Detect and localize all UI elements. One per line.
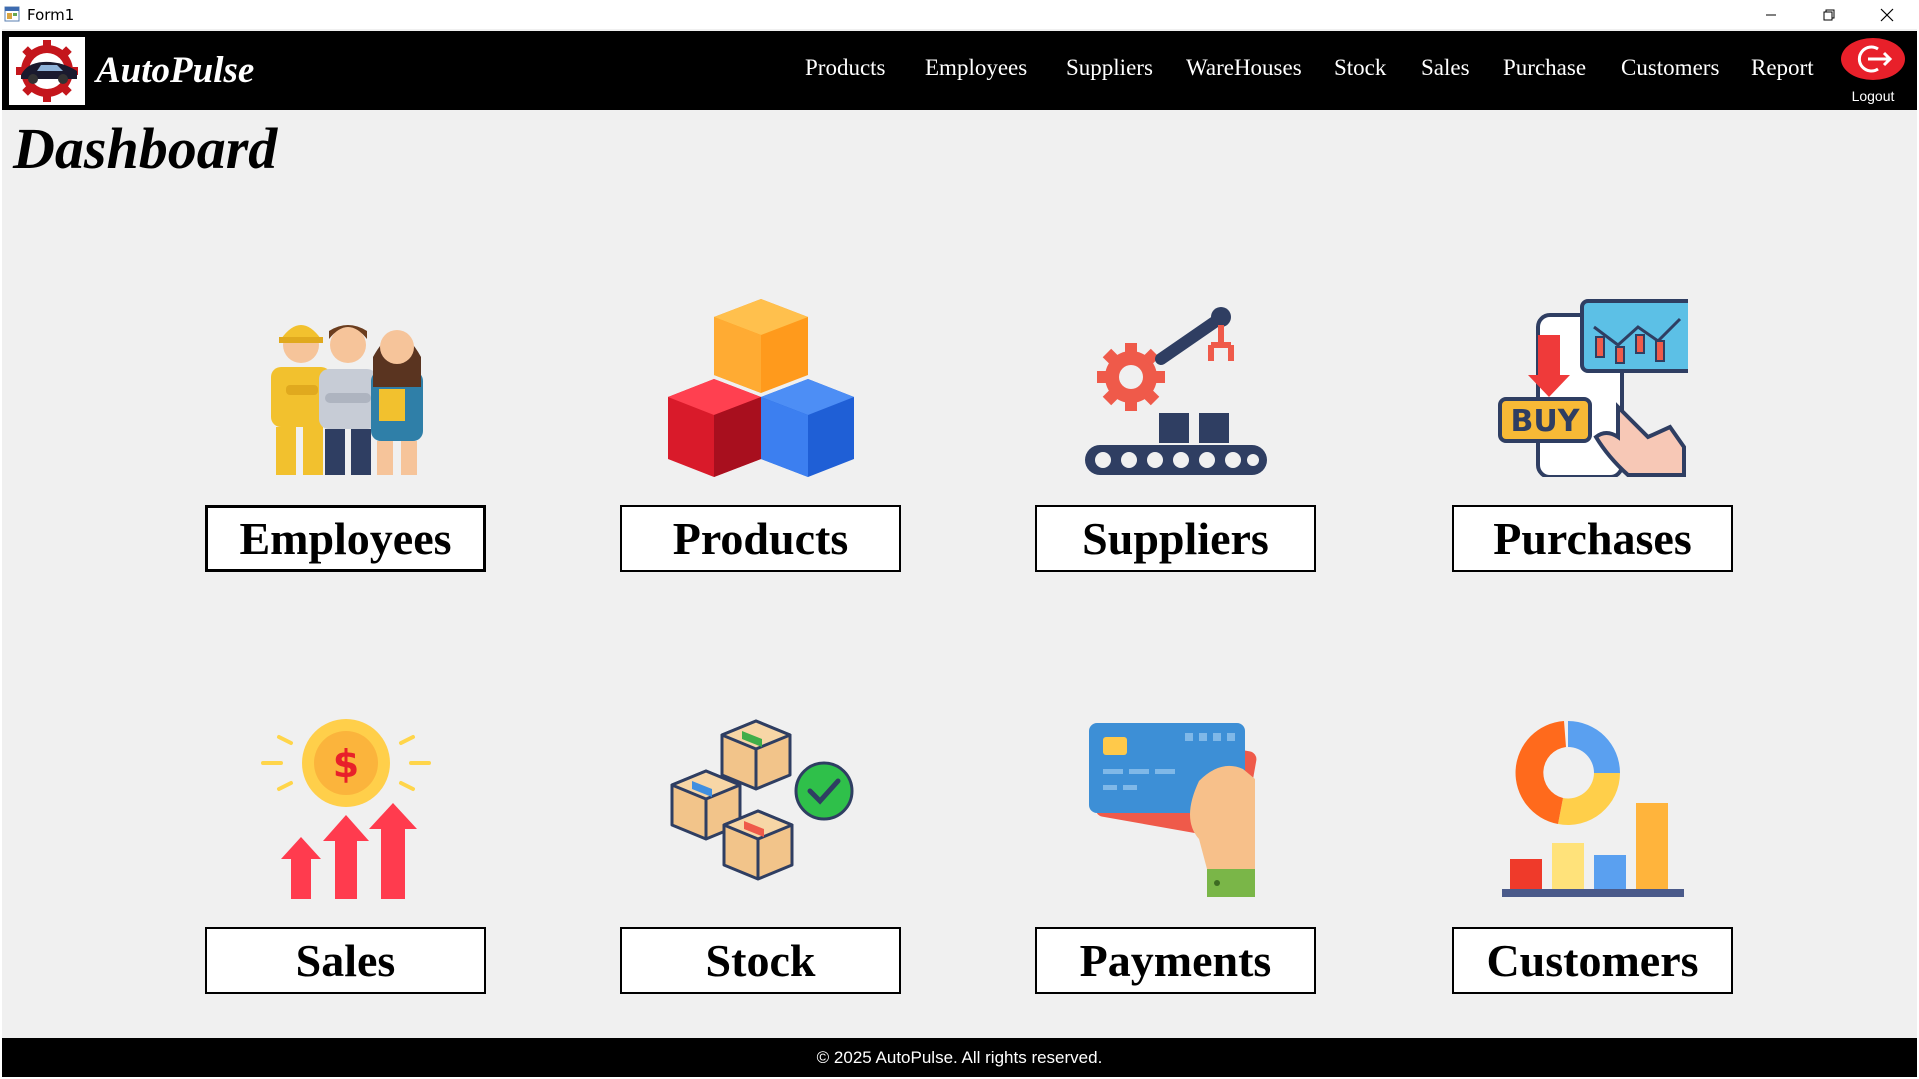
navbar: AutoPulse Products Employees Suppliers W… bbox=[2, 31, 1917, 110]
nav-suppliers[interactable]: Suppliers bbox=[1066, 55, 1153, 81]
restore-icon bbox=[1823, 9, 1835, 20]
tile-suppliers bbox=[1035, 297, 1316, 475]
tile-purchases: BUY bbox=[1452, 297, 1733, 477]
nav-stock[interactable]: Stock bbox=[1334, 55, 1386, 81]
nav-sales[interactable]: Sales bbox=[1421, 55, 1470, 81]
customers-chart-icon bbox=[1501, 721, 1684, 897]
tile-employees bbox=[205, 297, 486, 475]
svg-text:$: $ bbox=[332, 742, 358, 786]
tile-payments bbox=[1035, 719, 1316, 897]
payments-card-icon bbox=[1088, 723, 1256, 897]
employees-icon bbox=[270, 325, 423, 475]
products-cubes-icon bbox=[667, 299, 854, 477]
window-title: Form1 bbox=[27, 6, 75, 24]
stock-button[interactable]: Stock bbox=[620, 927, 901, 994]
employees-button[interactable]: Employees bbox=[205, 505, 486, 572]
tile-customers bbox=[1452, 719, 1733, 897]
payments-button[interactable]: Payments bbox=[1035, 927, 1316, 994]
sales-dollar-arrows-icon: $ bbox=[260, 719, 431, 899]
purchases-buy-icon: BUY bbox=[1497, 299, 1688, 477]
products-button[interactable]: Products bbox=[620, 505, 901, 572]
close-icon bbox=[1880, 8, 1894, 21]
stock-boxes-icon bbox=[670, 719, 853, 881]
sales-button[interactable]: Sales bbox=[205, 927, 486, 994]
logout-label: Logout bbox=[1851, 88, 1895, 104]
app-icon bbox=[4, 6, 20, 22]
window-titlebar: Form1 bbox=[0, 0, 1919, 29]
nav-products[interactable]: Products bbox=[805, 55, 886, 81]
brand-name: AutoPulse bbox=[96, 50, 255, 91]
nav-purchase[interactable]: Purchase bbox=[1503, 55, 1586, 81]
customers-button[interactable]: Customers bbox=[1452, 927, 1733, 994]
client-area: AutoPulse Products Employees Suppliers W… bbox=[2, 29, 1917, 1077]
svg-text:BUY: BUY bbox=[1510, 404, 1580, 439]
suppliers-factory-icon bbox=[1084, 307, 1267, 475]
minimize-button[interactable] bbox=[1742, 0, 1800, 29]
gear-car-logo-icon bbox=[16, 40, 78, 102]
close-button[interactable] bbox=[1858, 0, 1916, 29]
logout-button[interactable] bbox=[1840, 37, 1906, 81]
tile-sales: $ bbox=[205, 719, 486, 899]
brand-logo bbox=[9, 37, 85, 105]
footer: © 2025 AutoPulse. All rights reserved. bbox=[2, 1038, 1917, 1077]
tile-stock bbox=[620, 719, 901, 893]
nav-customers[interactable]: Customers bbox=[1621, 55, 1719, 81]
nav-warehouses[interactable]: WareHouses bbox=[1186, 55, 1302, 81]
logout-icon bbox=[1841, 38, 1905, 80]
suppliers-button[interactable]: Suppliers bbox=[1035, 505, 1316, 572]
minimize-icon bbox=[1766, 14, 1776, 15]
purchases-button[interactable]: Purchases bbox=[1452, 505, 1733, 572]
nav-report[interactable]: Report bbox=[1751, 55, 1814, 81]
page-title: Dashboard bbox=[13, 116, 278, 181]
tile-products bbox=[620, 297, 901, 477]
footer-text: © 2025 AutoPulse. All rights reserved. bbox=[816, 1048, 1103, 1067]
nav-employees[interactable]: Employees bbox=[925, 55, 1027, 81]
restore-button[interactable] bbox=[1800, 0, 1858, 29]
